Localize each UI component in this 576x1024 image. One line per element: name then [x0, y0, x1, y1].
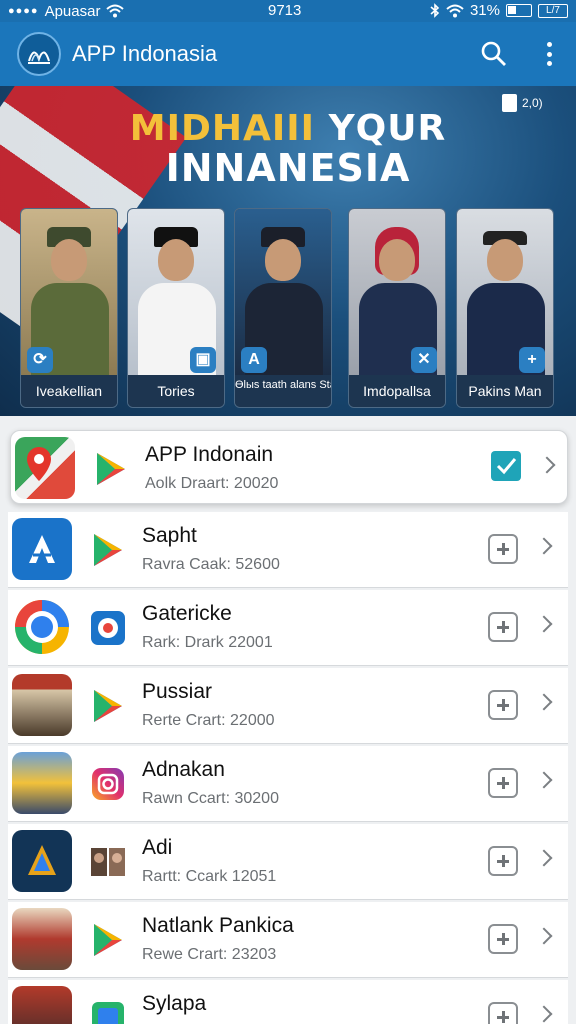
app-name: Natlank Pankica — [142, 914, 294, 937]
logo-icon[interactable] — [17, 32, 61, 76]
search-icon[interactable] — [480, 40, 508, 68]
app-bar: APP Indonasia — [0, 22, 576, 86]
banner-cards: ⟳ Ivеakellian ▣ Tories A Өlыs tааth alan… — [0, 208, 576, 408]
app-icon — [12, 518, 72, 580]
app-subtitle: Rewe Crart: 23203 — [142, 946, 277, 963]
card-label: Өlыs tааth alans Stasсоllom — [235, 375, 331, 407]
app-name: Gatericke — [142, 602, 232, 625]
status-bar: ●●●● Apuasar 9713 31% L/7 — [0, 0, 576, 22]
app-icon — [12, 830, 72, 892]
play-store-icon — [93, 451, 129, 487]
app-name: Sylapa — [142, 992, 207, 1015]
app-small-icon — [90, 1000, 126, 1024]
signal-dots-icon: ●●●● — [8, 5, 39, 17]
more-vert-icon[interactable] — [538, 40, 560, 68]
list-item[interactable]: Gatericke Rark: Drark 22001 — [8, 590, 568, 666]
app-icon — [12, 752, 72, 814]
tools-icon: ✕ — [411, 347, 437, 373]
app-subtitle: Rerte Crart: 22000 — [142, 712, 275, 729]
app-name: Adi — [142, 836, 173, 859]
app-subtitle: Rawn Ccart: 30200 — [142, 790, 279, 807]
browser-icon — [90, 610, 126, 646]
bluetooth-icon — [430, 3, 440, 18]
instagram-icon — [90, 766, 126, 802]
banner-headline-line2: INNANESIA — [165, 146, 411, 190]
chevron-right-icon[interactable] — [535, 693, 553, 711]
app-icon — [12, 674, 72, 736]
clock: 9713 — [268, 2, 302, 19]
list-item[interactable]: Sapht Ravra Caak: 52600 — [8, 512, 568, 588]
plus-icon: + — [519, 347, 545, 373]
check-icon[interactable] — [491, 451, 521, 481]
carrier-name: Apuasar — [44, 2, 101, 20]
banner-card[interactable]: ▣ Tories — [127, 208, 225, 408]
add-button[interactable] — [488, 846, 518, 876]
app-name: Sapht — [142, 524, 197, 547]
add-button[interactable] — [488, 690, 518, 720]
app-subtitle: Rark: Drark 22001 — [142, 634, 273, 651]
headline-white-word: YQUR — [328, 108, 447, 149]
app-icon — [12, 596, 72, 658]
card-label: Pakins Man — [457, 375, 553, 407]
app-name: Pussiar — [142, 680, 213, 703]
banner-card[interactable]: ⟳ Ivеakellian — [20, 208, 118, 408]
wifi-icon — [106, 4, 125, 18]
card-label: Tories — [128, 375, 224, 407]
list-item[interactable]: Sylapa — [8, 980, 568, 1024]
list-item[interactable]: Natlank Pankica Rewe Crart: 23203 — [8, 902, 568, 978]
play-store-icon — [90, 532, 126, 568]
chevron-right-icon[interactable] — [535, 615, 553, 633]
add-button[interactable] — [488, 924, 518, 954]
banner-card[interactable]: A Өlыs tааth alans Stasсоllom — [234, 208, 332, 408]
chevron-right-icon[interactable] — [535, 849, 553, 867]
add-button[interactable] — [488, 612, 518, 642]
chevron-right-icon[interactable] — [538, 456, 556, 474]
app-subtitle: Ravra Caak: 52600 — [142, 556, 280, 573]
promo-banner[interactable]: 2,0) MIDHAIII YQUR INNANESIA ⟳ Ivеakelli… — [0, 86, 576, 416]
add-button[interactable] — [488, 1002, 518, 1024]
app-name: APP Indonain — [145, 443, 274, 466]
list-item[interactable]: APP Indonain Aolk Draart: 20020 — [10, 430, 568, 504]
card-label: Ivеakellian — [21, 375, 117, 407]
app-list: APP Indonain Aolk Draart: 20020 Sapht Ra… — [0, 416, 576, 1024]
play-store-icon — [90, 688, 126, 724]
banner-headline-line1: MIDHAIII YQUR — [0, 108, 576, 149]
headline-gold-word: MIDHAIII — [129, 108, 316, 149]
chevron-right-icon[interactable] — [535, 927, 553, 945]
chevron-right-icon[interactable] — [535, 771, 553, 789]
app-title: APP Indonasia — [72, 41, 218, 66]
battery-icon — [506, 4, 532, 17]
app-icon — [12, 908, 72, 970]
card-label: Imdopallsa — [349, 375, 445, 407]
app-name: Adnakan — [142, 758, 225, 781]
app-subtitle: Rartt: Ccark 12051 — [142, 868, 277, 885]
maps-app-icon — [15, 437, 75, 499]
battery-percent: 31% — [469, 2, 500, 19]
app-icon — [12, 986, 72, 1024]
app-subtitle: Aolk Draart: 20020 — [145, 475, 279, 492]
chevron-right-icon[interactable] — [535, 537, 553, 555]
grid-icon: ▣ — [190, 347, 216, 373]
photos-icon — [90, 844, 126, 880]
app-a-icon: A — [241, 347, 267, 373]
banner-card[interactable]: + Pakins Man — [456, 208, 554, 408]
play-store-icon — [90, 922, 126, 958]
charging-indicator: L/7 — [538, 3, 568, 18]
chevron-right-icon[interactable] — [535, 1005, 553, 1023]
list-item[interactable]: Adi Rartt: Ccark 12051 — [8, 824, 568, 900]
list-item[interactable]: Pussiar Rerte Crart: 22000 — [8, 668, 568, 744]
banner-card[interactable]: ✕ Imdopallsa — [348, 208, 446, 408]
add-button[interactable] — [488, 534, 518, 564]
wifi-icon — [446, 4, 464, 17]
add-button[interactable] — [488, 768, 518, 798]
list-item[interactable]: Adnakan Rawn Ccart: 30200 — [8, 746, 568, 822]
refresh-icon: ⟳ — [27, 347, 53, 373]
